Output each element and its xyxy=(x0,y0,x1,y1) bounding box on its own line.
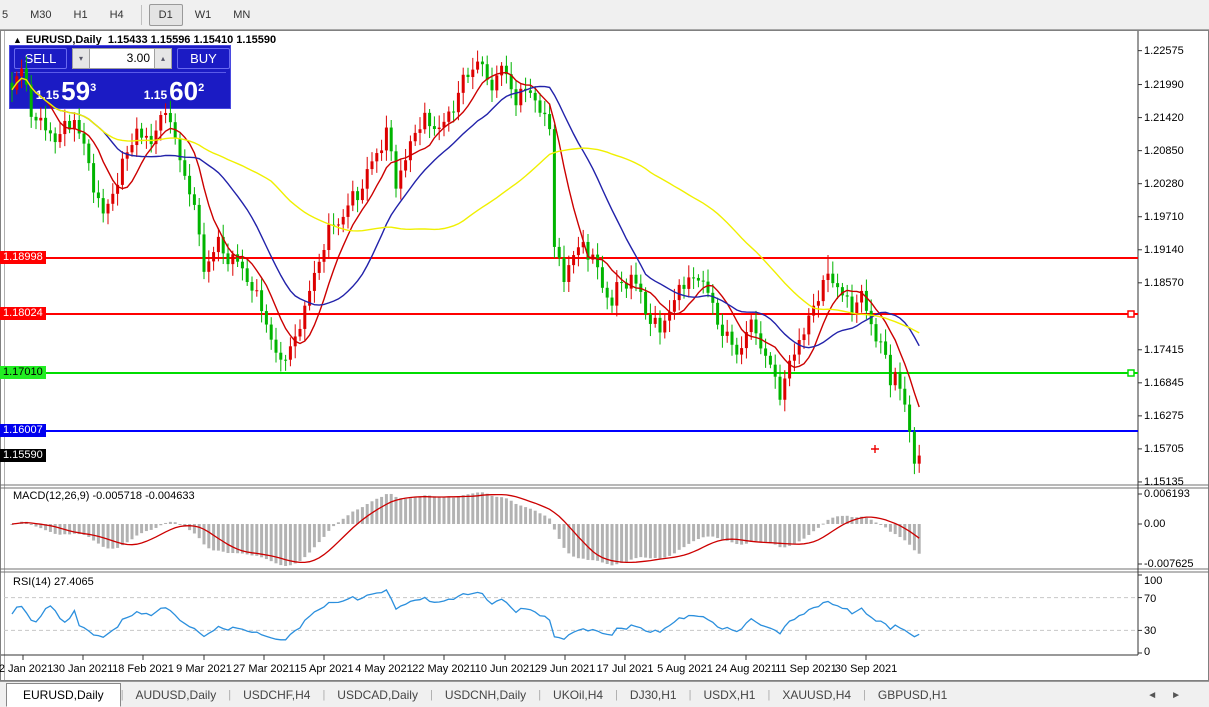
chart-tab-gbpusd[interactable]: GBPUSD,H1 xyxy=(866,684,959,706)
macd-histogram xyxy=(11,492,921,566)
tab-scroll-left-icon[interactable]: ◄ xyxy=(1147,690,1171,701)
chart-tab-usdcnh[interactable]: USDCNH,Daily xyxy=(433,684,538,706)
chart-tab-usdx[interactable]: USDX,H1 xyxy=(691,684,767,706)
price-chart-canvas[interactable] xyxy=(0,0,1209,707)
chart-tab-ukoil[interactable]: UKOil,H4 xyxy=(541,684,615,706)
date-axis-label: 17 Jul 2021 xyxy=(597,663,654,675)
rsi-axis-label: 30 xyxy=(1144,625,1156,637)
date-axis-label: 12 Jan 2021 xyxy=(0,663,53,675)
chart-tab-audusd[interactable]: AUDUSD,Daily xyxy=(124,684,229,706)
price-line-label: 1.18024 xyxy=(0,307,46,320)
price-axis-tick-label: 1.21990 xyxy=(1144,79,1184,91)
chart-tab-eurusd[interactable]: EURUSD,Daily xyxy=(6,683,121,707)
date-axis-label: 22 May 2021 xyxy=(412,663,476,675)
current-price-label: 1.15590 xyxy=(0,449,46,462)
date-axis-label: 30 Sep 2021 xyxy=(835,663,897,675)
moving-average-line xyxy=(12,73,919,407)
mt4-terminal: 5M30H1H4D1W1MN ▲EURUSD,Daily 1.15433 1.1… xyxy=(0,0,1209,707)
chart-tab-dj30[interactable]: DJ30,H1 xyxy=(618,684,689,706)
price-axis-tick-label: 1.19140 xyxy=(1144,244,1184,256)
rsi-indicator-label: RSI(14) 27.4065 xyxy=(13,576,94,588)
line-handle xyxy=(1128,370,1134,376)
date-axis-label: 30 Jan 2021 xyxy=(53,663,114,675)
price-axis-tick-label: 1.21420 xyxy=(1144,112,1184,124)
macd-axis-label: -0.007625 xyxy=(1144,558,1194,570)
macd-axis-label: 0.00 xyxy=(1144,518,1165,530)
date-axis-label: 27 Mar 2021 xyxy=(233,663,295,675)
moving-average-line xyxy=(12,78,919,333)
date-axis-label: 10 Jun 2021 xyxy=(475,663,536,675)
candles-group xyxy=(11,51,921,475)
rsi-axis-label: 100 xyxy=(1144,575,1162,587)
price-axis-tick-label: 1.18570 xyxy=(1144,277,1184,289)
price-axis-tick-label: 1.17415 xyxy=(1144,344,1184,356)
price-axis-tick-label: 1.16845 xyxy=(1144,377,1184,389)
chart-tab-usdchf[interactable]: USDCHF,H4 xyxy=(231,684,322,706)
price-axis-tick-label: 1.16275 xyxy=(1144,410,1184,422)
date-axis-label: 24 Aug 2021 xyxy=(715,663,777,675)
date-axis-label: 15 Apr 2021 xyxy=(294,663,353,675)
price-axis-tick-label: 1.22575 xyxy=(1144,45,1184,57)
macd-signal-line xyxy=(12,495,919,563)
price-axis-tick-label: 1.20280 xyxy=(1144,178,1184,190)
rsi-axis-label: 70 xyxy=(1144,593,1156,605)
date-axis-label: 29 Jun 2021 xyxy=(535,663,596,675)
price-axis-tick-label: 1.20850 xyxy=(1144,145,1184,157)
price-axis-tick-label: 1.15135 xyxy=(1144,476,1184,488)
rsi-axis-label: 0 xyxy=(1144,646,1150,658)
date-axis-label: 18 Feb 2021 xyxy=(112,663,174,675)
line-handle xyxy=(1128,311,1134,317)
tab-scroll-right-icon[interactable]: ► xyxy=(1171,690,1195,701)
price-axis-tick-label: 1.19710 xyxy=(1144,211,1184,223)
date-axis-label: 4 May 2021 xyxy=(355,663,412,675)
date-axis-label: 11 Sep 2021 xyxy=(775,663,837,675)
chart-tab-xauusd[interactable]: XAUUSD,H4 xyxy=(770,684,863,706)
chart-tab-usdcad[interactable]: USDCAD,Daily xyxy=(325,684,430,706)
price-line-label: 1.18998 xyxy=(0,251,46,264)
moving-average-line xyxy=(12,78,919,348)
object-anchor-cross xyxy=(871,445,879,453)
macd-indicator-label: MACD(12,26,9) -0.005718 -0.004633 xyxy=(13,490,195,502)
date-axis-label: 9 Mar 2021 xyxy=(176,663,232,675)
price-line-label: 1.17010 xyxy=(0,366,46,379)
date-axis-label: 5 Aug 2021 xyxy=(657,663,713,675)
tab-scroll-arrows[interactable]: ◄► xyxy=(1147,690,1195,701)
chart-tabbar: EURUSD,Daily|AUDUSD,Daily|USDCHF,H4|USDC… xyxy=(0,681,1209,707)
macd-axis-label: 0.006193 xyxy=(1144,488,1190,500)
price-line-label: 1.16007 xyxy=(0,424,46,437)
price-axis-tick-label: 1.15705 xyxy=(1144,443,1184,455)
